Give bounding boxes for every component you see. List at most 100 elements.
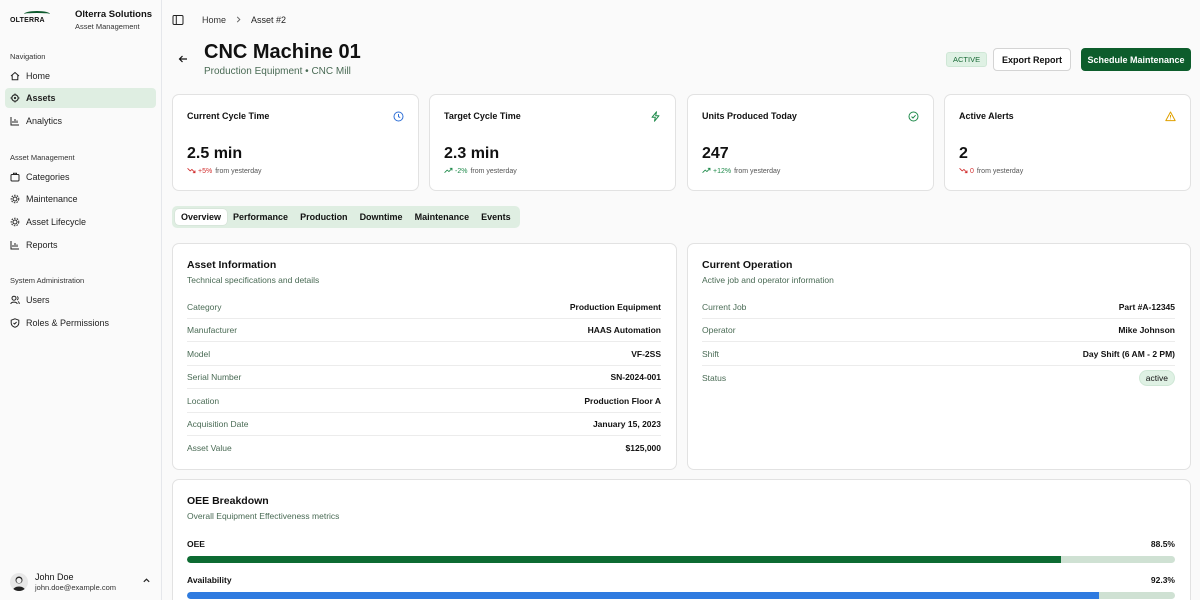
- info-key: Manufacturer: [187, 325, 238, 335]
- stat-change: -2% from yesterday: [444, 167, 517, 176]
- chevron-up-icon[interactable]: [142, 576, 151, 587]
- trend-up-icon: [702, 167, 711, 176]
- sidebar-item-home[interactable]: Home: [5, 66, 156, 86]
- topbar: Home Asset #2: [162, 0, 1200, 40]
- info-key: Serial Number: [187, 372, 242, 382]
- sidebar-item-users[interactable]: Users: [5, 290, 156, 310]
- users-icon: [10, 295, 20, 305]
- avatar: [10, 573, 28, 591]
- sidebar: OLTERRA Olterra Solutions Asset Manageme…: [0, 0, 162, 600]
- home-icon: [10, 71, 20, 81]
- chevron-right-icon: [235, 15, 242, 25]
- nav-section-system-administration: System Administration: [10, 276, 85, 285]
- check-circle-icon: [908, 111, 919, 122]
- sidebar-item-maintenance[interactable]: Maintenance: [5, 189, 156, 209]
- export-report-button[interactable]: Export Report: [993, 48, 1071, 71]
- current-operation-card: Current Operation Active job and operato…: [687, 243, 1191, 470]
- operation-value: Day Shift (6 AM - 2 PM): [1082, 349, 1175, 359]
- card-subtitle: Technical specifications and details: [187, 275, 320, 285]
- info-key: Asset Value: [187, 442, 232, 453]
- oee-metric-oee: OEE 88.5%: [187, 539, 1175, 563]
- sidebar-item-label: Categories: [26, 172, 70, 182]
- info-row: Manufacturer HAAS Automation: [187, 319, 661, 342]
- oee-breakdown-card: OEE Breakdown Overall Equipment Effectiv…: [172, 479, 1191, 600]
- tab-downtime[interactable]: Downtime: [354, 209, 409, 225]
- info-value: Production Equipment: [569, 302, 661, 312]
- sidebar-item-label: Roles & Permissions: [26, 318, 110, 328]
- info-key: Model: [187, 349, 211, 359]
- operation-key: Status: [702, 372, 727, 383]
- oee-metric-availability: Availability 92.3%: [187, 575, 1175, 599]
- user-profile[interactable]: John Doe john.doe@example.com: [10, 570, 155, 594]
- shield-icon: [10, 318, 20, 328]
- card-title: OEE Breakdown: [187, 495, 269, 507]
- operation-value: Mike Johnson: [1118, 325, 1175, 335]
- sidebar-item-roles-permissions[interactable]: Roles & Permissions: [5, 313, 156, 333]
- tab-overview[interactable]: Overview: [175, 209, 228, 225]
- stat-delta: +12%: [713, 168, 732, 175]
- lightning-icon: [650, 111, 661, 122]
- tab-production[interactable]: Production: [294, 209, 354, 225]
- progress-bar: [187, 592, 1175, 599]
- breadcrumb: Home Asset #2: [202, 15, 286, 25]
- trend-down-icon: [959, 167, 968, 176]
- logo-text: OLTERRA: [10, 16, 45, 24]
- categories-icon: [10, 172, 20, 182]
- lifecycle-icon: [10, 217, 20, 227]
- stat-value: 247: [702, 145, 729, 162]
- progress-bar: [187, 556, 1175, 563]
- info-key: Category: [187, 302, 222, 312]
- operation-row: Shift Day Shift (6 AM - 2 PM): [702, 343, 1175, 366]
- metric-value: 92.3%: [1150, 575, 1175, 585]
- nav-section-asset-management: Asset Management: [10, 153, 75, 162]
- metric-label: OEE: [187, 539, 205, 549]
- progress-fill: [187, 592, 1099, 599]
- tab-events[interactable]: Events: [475, 209, 517, 225]
- status-badge: active: [1138, 369, 1175, 386]
- stat-value: 2.3 min: [444, 145, 500, 162]
- trend-up-icon: [444, 167, 453, 176]
- sidebar-item-label: Analytics: [26, 116, 63, 126]
- sidebar-item-assets[interactable]: Assets: [5, 88, 156, 108]
- tab-maintenance[interactable]: Maintenance: [409, 209, 476, 225]
- clock-icon: [393, 111, 404, 122]
- brand[interactable]: OLTERRA Olterra Solutions Asset Manageme…: [10, 9, 152, 31]
- sidebar-toggle-icon[interactable]: [172, 14, 184, 26]
- asset-information-card: Asset Information Technical specificatio…: [172, 243, 677, 470]
- reports-icon: [10, 240, 20, 250]
- metric-value: 88.5%: [1150, 539, 1175, 549]
- info-value: Production Floor A: [584, 396, 661, 406]
- stat-change-suffix: from yesterday: [215, 168, 262, 175]
- operation-key: Current Job: [702, 302, 747, 312]
- info-value: $125,000: [625, 442, 661, 453]
- card-subtitle: Active job and operator information: [702, 275, 834, 285]
- breadcrumb-current: Asset #2: [251, 15, 287, 25]
- operation-row: Current Job Part #A-12345: [702, 296, 1175, 319]
- back-arrow-icon[interactable]: [177, 53, 189, 65]
- sidebar-item-categories[interactable]: Categories: [5, 167, 156, 187]
- operation-row: Operator Mike Johnson: [702, 319, 1175, 342]
- stat-delta: -2%: [455, 168, 468, 175]
- breadcrumb-home[interactable]: Home: [202, 15, 226, 25]
- stat-change: +5% from yesterday: [187, 167, 262, 176]
- card-subtitle: Overall Equipment Effectiveness metrics: [187, 511, 340, 521]
- brand-subtitle: Asset Management: [75, 22, 140, 31]
- tab-performance[interactable]: Performance: [227, 209, 294, 225]
- sidebar-item-label: Reports: [26, 240, 58, 250]
- sidebar-item-asset-lifecycle[interactable]: Asset Lifecycle: [5, 212, 156, 232]
- maintenance-icon: [10, 194, 20, 204]
- stat-value: 2.5 min: [187, 145, 243, 162]
- sidebar-item-label: Maintenance: [26, 194, 78, 204]
- info-value: January 15, 2023: [592, 419, 661, 429]
- sidebar-item-reports[interactable]: Reports: [5, 235, 156, 255]
- stat-label: Units Produced Today: [702, 111, 797, 121]
- stat-label: Current Cycle Time: [187, 111, 270, 121]
- sidebar-item-label: Assets: [26, 93, 56, 103]
- sidebar-item-label: Home: [26, 71, 51, 81]
- schedule-maintenance-button[interactable]: Schedule Maintenance: [1081, 48, 1191, 71]
- info-row: Serial Number SN-2024-001: [187, 366, 661, 389]
- warning-icon: [1165, 111, 1176, 122]
- stat-change: +12% from yesterday: [702, 167, 780, 176]
- stat-card-current-cycle-time: Current Cycle Time 2.5 min +5% from yest…: [172, 94, 419, 191]
- sidebar-item-analytics[interactable]: Analytics: [5, 111, 156, 131]
